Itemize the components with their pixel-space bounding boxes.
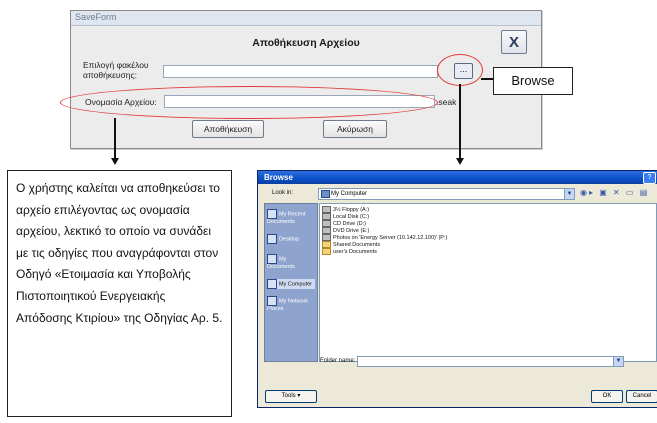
arrow-to-instruction-head — [111, 158, 119, 165]
chevron-down-icon[interactable]: ▼ — [613, 357, 623, 366]
cd-icon — [322, 220, 331, 227]
file-extension: .seak — [436, 97, 457, 107]
folder-input[interactable] — [163, 65, 438, 78]
place-network-places[interactable]: My Network Places — [267, 296, 315, 312]
look-in-select[interactable]: My Computer ▼ — [318, 188, 575, 200]
tools-button[interactable]: Tools ▾ — [265, 390, 317, 403]
folder-icon — [322, 248, 331, 255]
arrow-to-instruction-line — [114, 118, 116, 160]
floppy-icon — [322, 206, 331, 213]
dvd-icon — [322, 227, 331, 234]
folder-label: Επιλογή φακέλου αποθήκευσης: — [83, 60, 149, 80]
browse-titlebar: Browse — [258, 171, 657, 184]
computer-icon — [321, 190, 330, 198]
ok-button[interactable]: OK — [591, 390, 623, 403]
toolbar-icons[interactable]: ◉▸ ▣ ✕ ▭ ▤ — [580, 188, 649, 197]
saveform-titlebar: SaveForm — [71, 11, 541, 26]
callout-connector — [481, 78, 493, 80]
arrow-to-browse-line — [459, 84, 461, 160]
network-icon — [267, 296, 277, 306]
folder-icon — [322, 241, 331, 248]
place-my-documents[interactable]: My Documents — [267, 254, 315, 270]
file-list[interactable]: 3½ Floppy (A:) Local Disk (C:) CD Drive … — [319, 203, 657, 362]
network-drive-icon — [322, 234, 331, 241]
desktop-icon — [267, 234, 277, 244]
browse-cancel-button[interactable]: Cancel — [626, 390, 657, 403]
list-item[interactable]: Local Disk (C:) — [322, 213, 369, 220]
folder-name-input[interactable]: ▼ — [357, 356, 624, 367]
place-my-computer[interactable]: My Computer — [267, 279, 315, 289]
browse-dialog: Browse ? Look in: My Computer ▼ ◉▸ ▣ ✕ ▭… — [257, 170, 657, 408]
places-bar: My Recent Documents Desktop My Documents… — [264, 203, 318, 362]
dialog-heading: Αποθήκευση Αρχείου — [252, 37, 360, 49]
list-item[interactable]: Photos on 'Energy Server (10.142.12.100)… — [322, 234, 447, 241]
browse-callout: Browse — [493, 67, 573, 95]
computer-icon — [267, 279, 277, 289]
documents-icon — [267, 254, 277, 264]
list-item[interactable]: DVD Drive (E:) — [322, 227, 369, 234]
close-button[interactable]: X — [501, 30, 527, 54]
list-item[interactable]: Shared Documents — [322, 241, 380, 248]
disk-icon — [322, 213, 331, 220]
cancel-button[interactable]: Ακύρωση — [323, 120, 387, 138]
recent-documents-icon — [267, 209, 277, 219]
list-item[interactable]: user's Documents — [322, 248, 377, 255]
arrow-to-browse-head — [456, 158, 464, 165]
look-in-label: Look in: — [272, 190, 294, 196]
browse-title: Browse — [264, 173, 293, 182]
chevron-down-icon[interactable]: ▼ — [564, 189, 574, 199]
folder-name-label: Folder name: — [320, 358, 356, 364]
filename-highlight-oval — [60, 86, 438, 119]
browse-highlight-oval — [437, 54, 483, 86]
instruction-note: Ο χρήστης καλείται να αποθηκεύσει το αρχ… — [7, 170, 232, 417]
list-item[interactable]: 3½ Floppy (A:) — [322, 206, 369, 213]
window-title: SaveForm — [75, 12, 117, 22]
look-in-value: My Computer — [331, 191, 368, 197]
tools-label: Tools — [281, 393, 296, 399]
list-item[interactable]: CD Drive (D:) — [322, 220, 366, 227]
save-button[interactable]: Αποθήκευση — [192, 120, 264, 138]
place-recent-documents[interactable]: My Recent Documents — [267, 209, 315, 225]
help-button[interactable]: ? — [643, 172, 656, 184]
place-desktop[interactable]: Desktop — [267, 234, 315, 244]
